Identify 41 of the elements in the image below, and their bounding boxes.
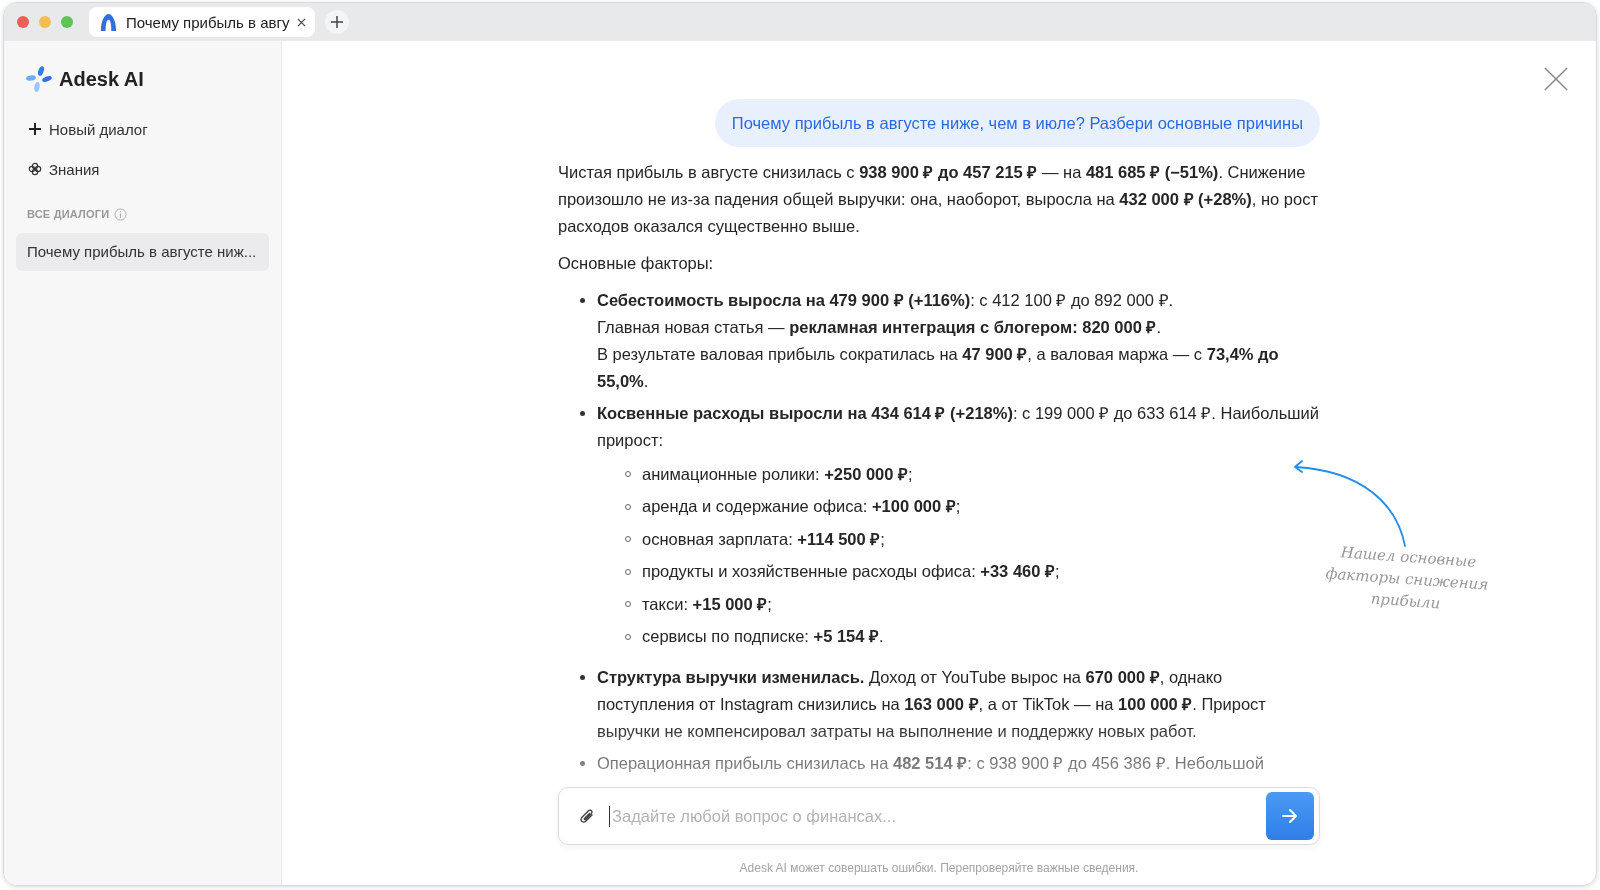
paperclip-icon[interactable] xyxy=(579,807,595,825)
section-title: ВСЕ ДИАЛОГИ xyxy=(27,208,110,220)
message-field[interactable]: Задайте любой вопрос о финансах... xyxy=(558,787,1320,845)
app-logo-icon xyxy=(99,12,118,32)
close-window-button[interactable] xyxy=(17,16,29,28)
list-item-text: Косвенные расходы выросли на 434 614 ₽ (+218%): с 199 000 ₽ до 633 614 ₽. Наибольший прирост: xyxy=(597,403,1320,451)
arrow-right-icon xyxy=(1280,806,1300,826)
logo-icon xyxy=(25,65,53,93)
list-item-text: продукты и хозяйственные расходы офиса: +33 460 ₽; xyxy=(642,561,1060,583)
disclaimer: Adesk AI может совершать ошибки. Перепроверяйте важные сведения. xyxy=(738,861,1140,875)
bullet-icon xyxy=(580,298,585,303)
list-item-text: сервисы по подписке: +5 154 ₽. xyxy=(642,626,884,648)
maximize-window-button[interactable] xyxy=(61,16,73,28)
close-icon[interactable] xyxy=(1544,67,1568,91)
flower-icon xyxy=(28,162,42,176)
list-item-text: Операционная прибыль снизилась на 482 514 ₽: с 938 900 ₽ до 456 386 ₽. Небольшой xyxy=(597,753,1265,774)
close-tab-icon[interactable] xyxy=(297,17,307,27)
list-item-text: аренда и содержание офиса: +100 000 ₽; xyxy=(642,496,961,518)
browser-tab[interactable]: Почему прибыль в авгу xyxy=(89,7,315,37)
plus-icon xyxy=(28,122,42,136)
send-button[interactable] xyxy=(1266,792,1314,840)
list-item-text: Себестоимость выросла на 479 900 ₽ (+116%): с 412 100 ₽ до 892 000 ₽. xyxy=(597,290,1175,311)
answer-paragraph: Чистая прибыль в августе снизилась с 938 900 ₽ до 457 215 ₽ — на 481 685 ₽ (−51%). Снижение произошло не из-за падения общей выручки: она, наоборот, выросла на 432 000 ₽ (+28%), но рост расходов оказался существенно выше. xyxy=(558,162,1319,237)
answer-paragraph: Основные факторы: xyxy=(558,253,715,274)
list-item-text: основная зарплата: +114 500 ₽; xyxy=(642,528,885,550)
list-item-text: В результате валовая прибыль сократилась на 47 900 ₽, а валовая маржа — с 73,4% до 55,0%. xyxy=(597,344,1280,392)
nav-item[interactable]: Новый диалог xyxy=(16,109,269,149)
list-item-text: Структура выручки изменилась. Доход от YouTube вырос на 670 000 ₽, однако поступления от Instagram снизились на 163 000 ₽, а от TikTok — на 100 000 ₽. Прирост выручки не компенсировал затраты на выполнение и поддержку новых работ. xyxy=(597,667,1267,742)
brand-name: Adesk AI xyxy=(59,67,144,91)
plus-icon xyxy=(330,15,344,29)
handwritten-note: Нашел основные факторы снижения прибыли xyxy=(1324,542,1490,615)
nav-item[interactable]: Знания xyxy=(16,149,269,189)
list-item-text: Главная новая статья — рекламная интеграция с блогером: 820 000 ₽. xyxy=(597,317,1163,338)
bullet-icon xyxy=(580,761,585,766)
bullet-icon xyxy=(580,411,585,416)
new-tab-button[interactable] xyxy=(325,10,349,34)
bullet-icon xyxy=(580,675,585,680)
user-message: Почему прибыль в августе ниже, чем в июле? Разбери основные причины xyxy=(714,99,1320,147)
list-item-text: анимационные ролики: +250 000 ₽; xyxy=(642,463,913,485)
dialog-item[interactable]: Почему прибыль в августе ниж... xyxy=(16,233,269,271)
list-item-text: такси: +15 000 ₽; xyxy=(642,593,772,615)
